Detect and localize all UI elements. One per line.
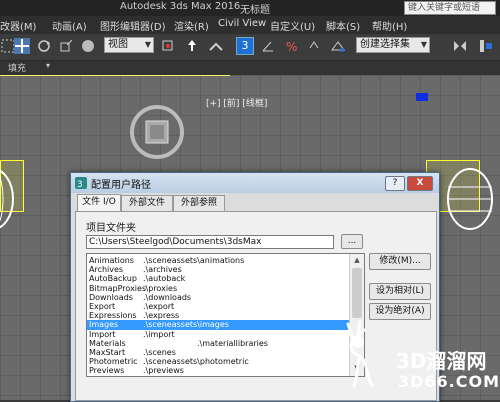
select-manipulate-icon[interactable] [184, 38, 200, 54]
scroll-up-icon[interactable]: ▲ [352, 256, 362, 264]
path-list-item[interactable]: Previews .\previews [87, 366, 349, 376]
viewport-label[interactable]: [+] [前] [线框] [206, 96, 267, 109]
app-title: Autodesk 3ds Max 2016 [120, 1, 241, 12]
spinner-snap-icon[interactable] [306, 38, 322, 54]
selection-set-value: 创建选择集 [360, 39, 410, 50]
viewcube-icon[interactable] [128, 103, 186, 161]
chevron-down-icon: ▼ [144, 40, 151, 49]
tab-external-files[interactable]: 外部文件 [121, 195, 173, 211]
menu-scripting[interactable]: 脚本(S) [326, 18, 360, 33]
help-button[interactable]: ? [385, 176, 405, 191]
menu-rendering[interactable]: 渲染(R) [174, 18, 209, 33]
make-absolute-button[interactable]: 设为绝对(A) [369, 303, 431, 320]
align-icon[interactable] [478, 38, 494, 54]
modify-button[interactable]: 修改(M)... [369, 253, 431, 270]
fill-label[interactable]: 填充 [8, 61, 26, 74]
svg-text:%: % [286, 40, 297, 54]
sphere-icon[interactable] [80, 38, 96, 54]
path-value: .\previews [143, 366, 184, 376]
watermark-brand: 3D溜溜网 [396, 349, 487, 373]
select-pivot-icon[interactable] [160, 38, 176, 54]
browse-button[interactable]: ... [341, 234, 363, 249]
menu-civil-view[interactable]: Civil View [218, 18, 266, 29]
percent-snap-icon[interactable]: % [284, 38, 300, 54]
menu-customize[interactable]: 自定义(U) [270, 18, 315, 33]
close-button[interactable]: X [407, 176, 433, 191]
tab-xrefs[interactable]: 外部参照 [173, 195, 225, 211]
make-relative-button[interactable]: 设为相对(L) [369, 283, 431, 300]
sphere-wireframe-left[interactable] [0, 167, 16, 231]
project-folder-path[interactable]: C:\Users\Steelgod\Documents\3dsMax [86, 235, 334, 249]
keyboard-shortcut-icon[interactable] [208, 38, 224, 54]
ribbon-bar: 填充 ▾ [0, 61, 500, 75]
mirror-icon[interactable] [452, 38, 468, 54]
main-toolbar: 视图 ▼ 3 % 创建选择集 ▼ [0, 34, 500, 61]
viewcube-marker[interactable] [416, 93, 428, 101]
selection-set-combo[interactable]: 创建选择集 ▼ [356, 37, 430, 53]
view-combo[interactable]: 视图 ▼ [104, 37, 154, 53]
document-title: 无标题 [240, 5, 270, 16]
watermark-url: 3D66.COM [398, 372, 500, 391]
rotate-icon[interactable] [36, 38, 52, 54]
dialog-title-bar[interactable]: 3 配置用户路径 ? X [71, 173, 439, 193]
edit-named-selection-icon[interactable] [330, 38, 346, 54]
view-combo-value: 视图 [108, 39, 128, 50]
dialog-title: 配置用户路径 [91, 180, 151, 191]
scroll-thumb[interactable] [352, 268, 362, 318]
menu-animation[interactable]: 动画(A) [52, 18, 87, 33]
svg-text:3: 3 [77, 180, 83, 189]
ribbon-dropdown-icon[interactable]: ▾ [46, 61, 50, 70]
path-name: Previews [89, 366, 125, 376]
menu-graph-editors[interactable]: 图形编辑器(D) [100, 18, 166, 33]
snap-toggle-button[interactable]: 3 [236, 37, 254, 55]
max-app-icon: 3 [75, 177, 87, 189]
paths-listbox[interactable]: Animations .\sceneassets\animations Archiv… [86, 253, 365, 377]
chevron-down-icon: ▼ [420, 40, 427, 49]
deer-logo-icon [344, 320, 374, 388]
project-folder-label: 项目文件夹 [86, 223, 136, 234]
angle-snap-icon[interactable] [260, 38, 276, 54]
sphere-wireframe-right[interactable] [440, 167, 500, 231]
menu-help[interactable]: 帮助(H) [372, 18, 407, 33]
move-icon[interactable] [14, 38, 30, 54]
menu-modifiers[interactable]: 改器(M) [0, 18, 36, 33]
scale-icon[interactable] [58, 38, 74, 54]
tab-file-io[interactable]: 文件 I/O [77, 194, 121, 212]
search-input[interactable]: 键入关键字或短语 [404, 1, 496, 15]
viewport-border-yellow [0, 75, 230, 76]
menu-bar: 改器(M) 动画(A) 图形编辑器(D) 渲染(R) Civil View 自定… [0, 1, 500, 34]
